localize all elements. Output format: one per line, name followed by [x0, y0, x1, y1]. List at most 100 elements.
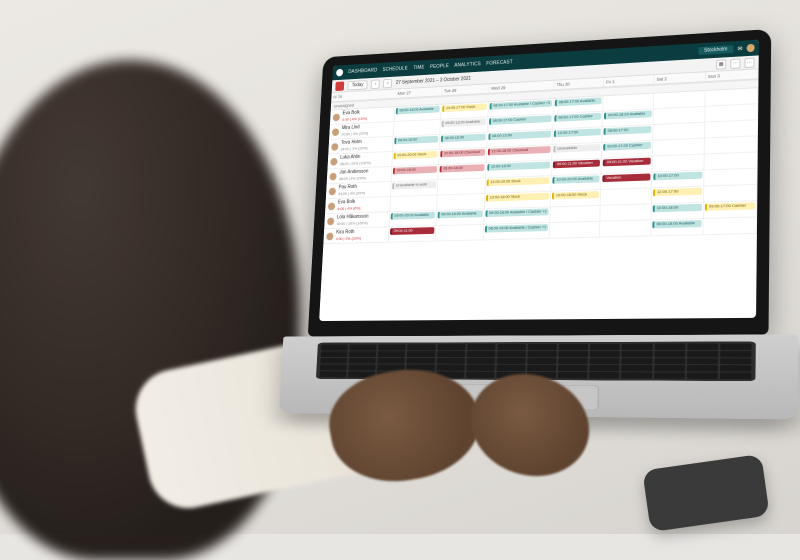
- person-row-header[interactable]: Lola Håkansson30:00 | 20% (100%): [324, 212, 390, 229]
- shift-block[interactable]: Vacation: [602, 173, 650, 181]
- schedule-cell[interactable]: [653, 154, 705, 172]
- shift-block[interactable]: Unavailable: [553, 144, 600, 153]
- schedule-cell[interactable]: Unavailable to work: [391, 180, 438, 197]
- schedule-cell[interactable]: 09:00-18:00: [392, 165, 439, 182]
- nav-dashboard[interactable]: DASHBOARD: [348, 68, 377, 75]
- shift-block[interactable]: 08:00-17:00: [604, 126, 652, 135]
- person-row-header[interactable]: Kira Roth4:00 | 3% (29%): [323, 227, 389, 244]
- person-meta: 0:00 | 4% (15%): [342, 116, 367, 122]
- shift-block[interactable]: 09:00-18:00 Available: [438, 210, 483, 218]
- shift-block[interactable]: 08:00-17:00 Cashier: [554, 113, 601, 122]
- today-button[interactable]: Today: [347, 80, 368, 90]
- nav-schedule[interactable]: SCHEDULE: [382, 66, 408, 73]
- desk-background: DASHBOARD SCHEDULE TIME PEOPLE ANALYTICS…: [0, 0, 800, 534]
- shift-block[interactable]: 09:00-20:00 Stock: [394, 151, 438, 159]
- shift-block[interactable]: 08:00-15:00: [488, 131, 551, 140]
- schedule-cell[interactable]: [550, 206, 601, 223]
- shift-block[interactable]: 09:00-18:00 Available: [604, 110, 652, 119]
- nav-forecast[interactable]: FORECAST: [486, 59, 513, 66]
- shift-block[interactable]: 10:00-18:00 Stock: [486, 193, 549, 202]
- person-avatar-icon: [329, 187, 336, 195]
- shift-block[interactable]: 10:00-17:00: [653, 172, 702, 181]
- schedule-cell[interactable]: Vacation: [601, 172, 652, 190]
- shift-block[interactable]: 12:00-20:00 Stock: [487, 177, 550, 186]
- schedule-cell[interactable]: 10:00-20:00 Available: [551, 174, 601, 191]
- schedule-cell[interactable]: [600, 220, 652, 237]
- shift-block[interactable]: 09:00-11:00: [390, 227, 434, 235]
- shift-block[interactable]: 09:00-20:00 Available: [391, 212, 435, 220]
- schedule-cell[interactable]: 10:00-18:00 Stock: [551, 190, 601, 207]
- schedule-cell[interactable]: [600, 204, 652, 221]
- shift-block[interactable]: 09:00-18:00 Available / Cashier +1: [485, 208, 548, 216]
- shift-block[interactable]: 08:00-17:00 Available: [555, 97, 602, 106]
- location-selector[interactable]: Stockholm: [698, 45, 734, 55]
- shift-block[interactable]: 08:00-15:00: [441, 134, 486, 142]
- shift-block[interactable]: 14:00-17:00 Stock: [442, 103, 487, 112]
- shift-block[interactable]: 08:00-16:00: [394, 136, 438, 144]
- schedule-cell[interactable]: 10:00-17:00: [652, 171, 704, 189]
- nav-people[interactable]: PEOPLE: [430, 63, 449, 70]
- schedule-cell[interactable]: 09:00-18:00: [438, 163, 486, 180]
- nav-time[interactable]: TIME: [413, 65, 425, 71]
- shift-block[interactable]: 10:00-18:00 Stock: [552, 191, 599, 199]
- schedule-cell[interactable]: [703, 217, 757, 235]
- schedule-cell[interactable]: [601, 188, 652, 206]
- shift-block[interactable]: 12:00-18:00 Checkout: [488, 146, 551, 155]
- prev-week-button[interactable]: ‹: [371, 79, 380, 89]
- shift-block[interactable]: 10:00-18:00: [487, 162, 550, 171]
- schedule-cell[interactable]: 09:00-11:00 Vacation: [552, 159, 602, 177]
- filter-button[interactable]: ⋯: [730, 58, 740, 68]
- schedule-cell[interactable]: [438, 178, 486, 195]
- person-avatar-icon: [332, 128, 339, 136]
- person-avatar-icon: [331, 143, 338, 151]
- person-meta: 4:00 | 3% (29%): [336, 235, 361, 240]
- more-menu-button[interactable]: ⋯: [744, 57, 754, 67]
- shift-block[interactable]: 08:00-18:00 Available / Cashier +1: [485, 224, 549, 232]
- shift-block[interactable]: Unavailable to work: [392, 181, 436, 189]
- schedule-cell[interactable]: 10:00-18:00: [652, 203, 704, 221]
- schedule-cell[interactable]: [704, 169, 757, 187]
- shift-block[interactable]: 09:00-17:00 Cashier: [603, 142, 651, 151]
- schedule-cell[interactable]: [437, 194, 485, 211]
- shift-block[interactable]: 12:00-17:00: [554, 128, 601, 137]
- shift-block[interactable]: 08:00-18:00 Available: [652, 220, 701, 228]
- app-logo-icon[interactable]: [336, 69, 343, 77]
- schedule-cell[interactable]: 09:00-11:00 Vacation: [602, 157, 653, 175]
- shift-block[interactable]: 09:00-11:00 Vacation: [603, 158, 651, 167]
- schedule-cell[interactable]: 09:00-18:00 Available / Cashier +1: [484, 207, 551, 224]
- shift-block[interactable]: 08:00-17:00 Available / Cashier +1: [489, 100, 552, 110]
- user-avatar[interactable]: [747, 44, 755, 52]
- schedule-cell[interactable]: [436, 225, 484, 242]
- schedule-cell[interactable]: 12:00-17:00: [652, 187, 704, 205]
- notification-badge-icon[interactable]: [335, 81, 344, 91]
- shift-block[interactable]: 12:00-18:00 Checkout: [440, 149, 485, 157]
- app-screen: DASHBOARD SCHEDULE TIME PEOPLE ANALYTICS…: [319, 40, 759, 321]
- shift-block[interactable]: 09:00-18:00: [393, 166, 437, 174]
- schedule-cell[interactable]: 09:00-11:00: [389, 226, 437, 243]
- schedule-cell[interactable]: 08:00-18:00 Available / Cashier +1: [483, 223, 550, 240]
- schedule-cell[interactable]: [705, 152, 758, 170]
- shift-block[interactable]: 09:00-13:00 Available: [441, 118, 486, 127]
- shift-block[interactable]: 09:00-11:00 Vacation: [553, 160, 600, 168]
- schedule-cell[interactable]: [550, 222, 601, 239]
- person-meta: 34:00 | 3% (29%): [341, 145, 368, 151]
- mail-icon[interactable]: ✉: [737, 45, 742, 52]
- laptop-screen-frame: DASHBOARD SCHEDULE TIME PEOPLE ANALYTICS…: [308, 29, 771, 336]
- shift-block[interactable]: 09:00-18:00: [440, 164, 485, 172]
- date-range-label: 27 September 2021 – 3 October 2021: [396, 75, 471, 85]
- schedule-cell[interactable]: 09:00-18:00 Available: [436, 209, 484, 226]
- shift-block[interactable]: 10:00-20:00 Available: [552, 175, 599, 183]
- shift-block[interactable]: 12:00-17:00: [653, 188, 702, 196]
- view-toggle-button[interactable]: ▦: [716, 59, 726, 69]
- nav-analytics[interactable]: ANALYTICS: [454, 61, 481, 68]
- schedule-cell[interactable]: 08:00-18:00 Available: [651, 219, 704, 236]
- schedule-cell[interactable]: 09:00-17:00 Cashier: [704, 201, 757, 219]
- shift-block[interactable]: 08:00-16:00 Available: [396, 106, 440, 115]
- next-week-button[interactable]: ›: [383, 78, 392, 88]
- schedule-cell[interactable]: 09:00-20:00 Available: [389, 211, 437, 228]
- schedule-cell[interactable]: [704, 185, 757, 203]
- shift-block[interactable]: 09:00-17:00 Cashier: [705, 202, 755, 210]
- shift-block[interactable]: 10:00-18:00: [653, 204, 702, 212]
- schedule-cell[interactable]: [390, 195, 437, 212]
- shift-block[interactable]: 08:00-17:00 Cashier: [489, 115, 552, 125]
